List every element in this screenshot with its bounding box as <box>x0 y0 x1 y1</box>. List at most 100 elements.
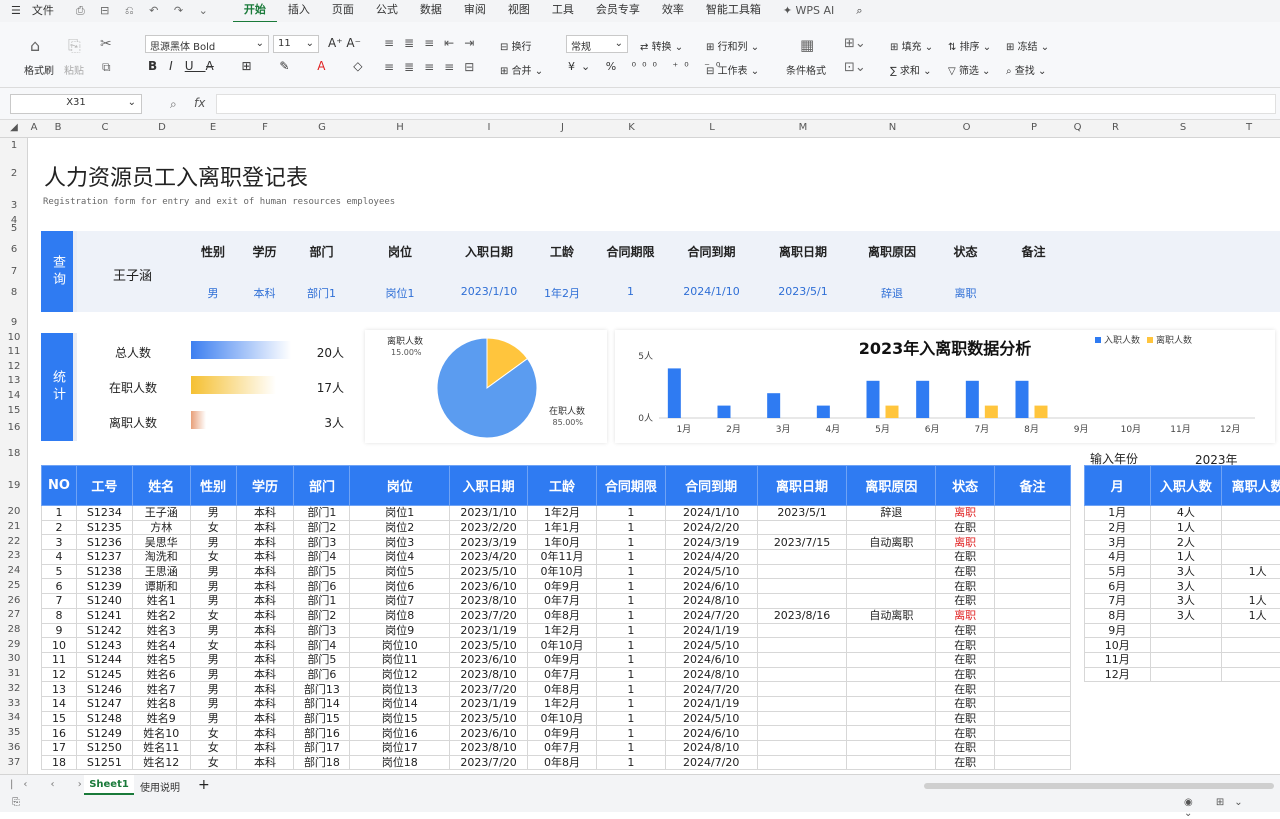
pie-chart-card[interactable]: 离职人数15.00%在职人数85.00% <box>365 330 607 443</box>
table-cell[interactable]: 女 <box>190 741 236 756</box>
table-cell[interactable]: S1250 <box>76 741 132 756</box>
table-cell[interactable]: S1240 <box>76 594 132 609</box>
table-cell[interactable]: 2024/5/10 <box>665 564 757 579</box>
table-cell[interactable]: 岗位6 <box>350 579 450 594</box>
table-cell[interactable]: 1 <box>596 608 665 623</box>
column-header[interactable]: F <box>236 122 294 133</box>
table-cell[interactable]: 部门14 <box>294 696 350 711</box>
row-header[interactable]: 10 <box>0 332 28 343</box>
column-header[interactable]: E <box>190 122 236 133</box>
wrap-button[interactable]: ⊟ 换行 <box>500 38 532 53</box>
table-cell[interactable] <box>847 638 936 653</box>
month-cell[interactable]: 1人 <box>1222 608 1280 623</box>
table-cell[interactable]: 本科 <box>236 682 294 697</box>
table-cell[interactable]: 姓名8 <box>132 696 190 711</box>
table-cell[interactable]: 在职 <box>936 579 995 594</box>
row-header[interactable]: 27 <box>0 609 28 620</box>
table-cell[interactable]: 离职 <box>936 535 995 550</box>
table-cell[interactable] <box>847 550 936 565</box>
find-button[interactable]: ⌕ 查找 ⌄ <box>1006 62 1046 77</box>
table-cell[interactable]: 2023/8/10 <box>450 594 528 609</box>
table-cell[interactable] <box>847 682 936 697</box>
table-cell[interactable] <box>847 667 936 682</box>
table-cell[interactable]: 姓名4 <box>132 638 190 653</box>
table-cell[interactable]: 本科 <box>236 608 294 623</box>
row-header[interactable]: 14 <box>0 390 28 401</box>
table-cell[interactable]: 女 <box>190 638 236 653</box>
table-cell[interactable]: S1249 <box>76 726 132 741</box>
table-cell[interactable]: 2024/7/20 <box>665 608 757 623</box>
table-cell[interactable]: 2023/5/10 <box>450 711 528 726</box>
table-cell[interactable]: 男 <box>190 564 236 579</box>
table-cell[interactable] <box>995 579 1071 594</box>
table-cell[interactable]: S1242 <box>76 623 132 638</box>
font-name-select[interactable]: 思源黑体 Bold⌄ <box>145 35 269 53</box>
table-header-cell[interactable]: 工龄 <box>528 466 597 506</box>
table-cell[interactable]: 岗位10 <box>350 638 450 653</box>
table-cell[interactable]: 部门17 <box>294 741 350 756</box>
table-cell[interactable]: 18 <box>42 755 77 770</box>
table-cell[interactable]: 在职 <box>936 755 995 770</box>
table-cell[interactable]: 男 <box>190 652 236 667</box>
table-cell[interactable]: 王思涵 <box>132 564 190 579</box>
table-cell[interactable]: 2023/6/10 <box>450 726 528 741</box>
table-cell[interactable]: 14 <box>42 696 77 711</box>
table-cell[interactable]: 本科 <box>236 594 294 609</box>
table-cell[interactable]: S1235 <box>76 520 132 535</box>
row-header[interactable]: 6 <box>0 244 28 255</box>
column-header[interactable]: T <box>1218 122 1280 133</box>
month-cell[interactable] <box>1222 652 1280 667</box>
table-cell[interactable] <box>995 682 1071 697</box>
table-cell[interactable]: 7 <box>42 594 77 609</box>
table-cell[interactable]: 姓名9 <box>132 711 190 726</box>
month-row[interactable]: 12月 <box>1085 667 1280 682</box>
table-cell[interactable]: 1 <box>596 638 665 653</box>
table-cell[interactable]: 岗位11 <box>350 652 450 667</box>
table-row[interactable]: 1S1234王子涵男本科部门1岗位12023/1/101年2月12024/1/1… <box>42 506 1071 521</box>
table-cell[interactable]: 男 <box>190 667 236 682</box>
table-cell[interactable]: 岗位15 <box>350 711 450 726</box>
month-cell[interactable]: 3人 <box>1150 608 1222 623</box>
table-cell[interactable]: 2024/7/20 <box>665 682 757 697</box>
table-cell[interactable]: 姓名1 <box>132 594 190 609</box>
table-cell[interactable]: 本科 <box>236 652 294 667</box>
rows-cols-button[interactable]: ⊞ 行和列 ⌄ <box>706 38 759 53</box>
tab-10[interactable]: 智能工具箱 <box>695 0 772 23</box>
month-cell[interactable]: 3人 <box>1150 564 1222 579</box>
table-cell[interactable]: 5 <box>42 564 77 579</box>
row-header[interactable]: 13 <box>0 375 28 386</box>
convert-button[interactable]: ⇄ 转换 ⌄ <box>640 38 683 53</box>
table-row[interactable]: 5S1238王思涵男本科部门5岗位52023/5/100年10月12024/5/… <box>42 564 1071 579</box>
tab-4[interactable]: 数据 <box>409 0 453 23</box>
table-row[interactable]: 11S1244姓名5男本科部门5岗位112023/6/100年9月12024/6… <box>42 652 1071 667</box>
column-header[interactable]: J <box>528 122 597 133</box>
table-cell[interactable]: 2023/3/19 <box>450 535 528 550</box>
table-header-cell[interactable]: 部门 <box>294 466 350 506</box>
table-cell[interactable]: 2024/3/19 <box>665 535 757 550</box>
table-cell[interactable]: 姓名3 <box>132 623 190 638</box>
table-cell[interactable] <box>757 550 847 565</box>
month-header-cell[interactable]: 入职人数 <box>1150 466 1222 506</box>
table-cell[interactable] <box>847 741 936 756</box>
table-cell[interactable]: 2023/4/20 <box>450 550 528 565</box>
table-cell[interactable]: 11 <box>42 652 77 667</box>
cond-format-icon[interactable]: ▦ <box>800 36 814 54</box>
column-header[interactable]: O <box>937 122 996 133</box>
table-cell[interactable]: 女 <box>190 520 236 535</box>
month-cell[interactable] <box>1222 520 1280 535</box>
table-cell[interactable]: 0年10月 <box>528 711 597 726</box>
month-cell[interactable]: 7月 <box>1085 594 1151 609</box>
table-cell[interactable]: 离职 <box>936 506 995 521</box>
search-icon[interactable]: ⌕ <box>845 0 873 22</box>
table-header-cell[interactable]: 姓名 <box>132 466 190 506</box>
table-cell[interactable]: 0年8月 <box>528 608 597 623</box>
table-cell[interactable]: 本科 <box>236 623 294 638</box>
table-cell[interactable]: 1 <box>596 652 665 667</box>
table-header-cell[interactable]: 离职原因 <box>847 466 936 506</box>
table-cell[interactable]: 0年8月 <box>528 682 597 697</box>
table-cell[interactable]: 离职 <box>936 608 995 623</box>
table-cell[interactable]: 1 <box>596 550 665 565</box>
table-header-cell[interactable]: 离职日期 <box>757 466 847 506</box>
table-cell[interactable]: 男 <box>190 579 236 594</box>
cut-icon[interactable]: ✂ <box>100 36 112 52</box>
